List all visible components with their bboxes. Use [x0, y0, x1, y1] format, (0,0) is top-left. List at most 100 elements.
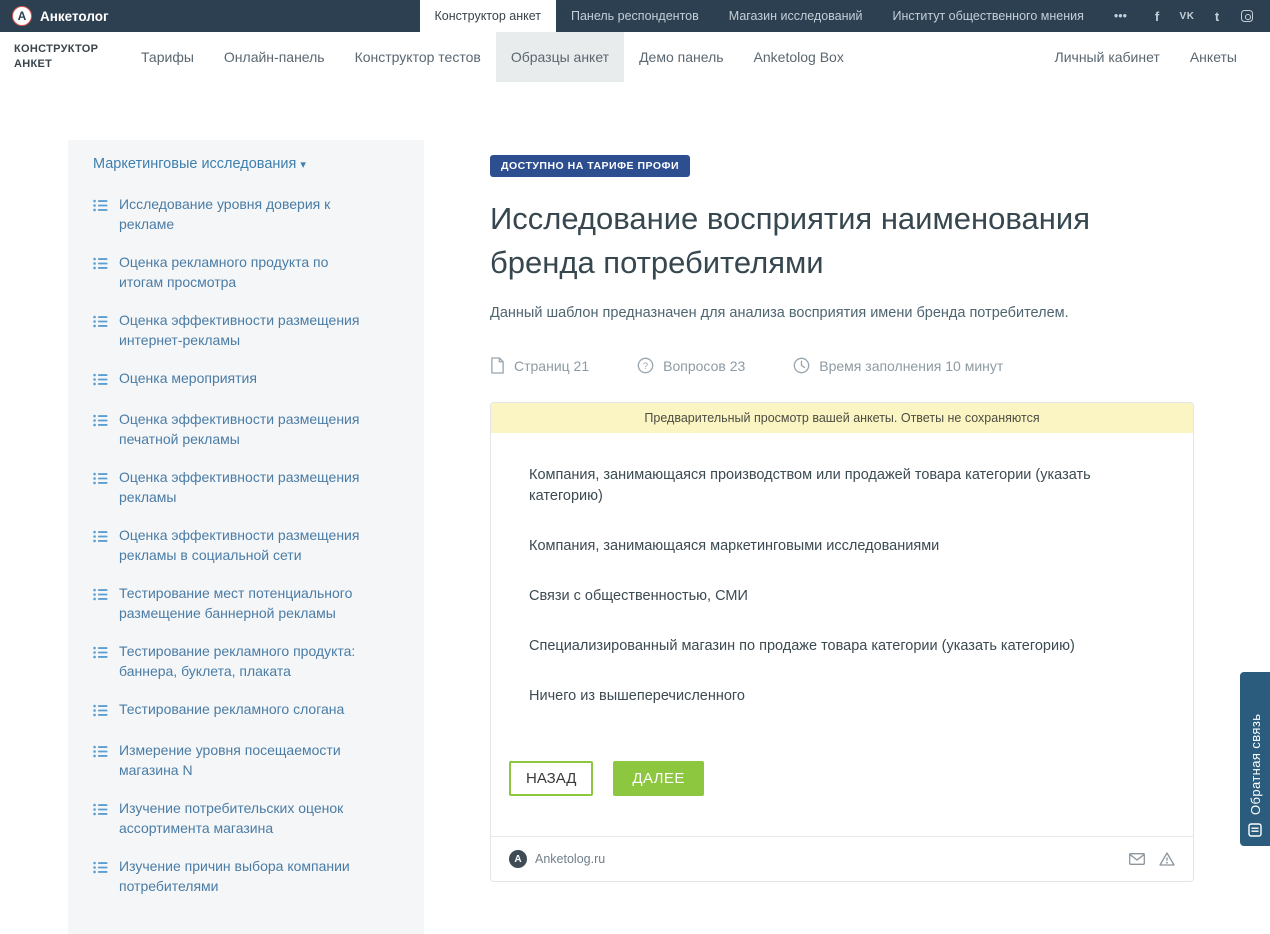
list-icon	[93, 470, 108, 507]
feedback-form-icon	[1248, 823, 1262, 837]
sidebar-item-bannernaya-reklama[interactable]: Тестирование мест потенциального размеще…	[93, 583, 368, 623]
feedback-tab[interactable]: Обратная связь	[1240, 672, 1270, 846]
nav-items: Тарифы Онлайн-панель Конструктор тестов …	[126, 32, 859, 82]
sidebar-template-list: Исследование уровня доверия к рекламе Оц…	[93, 194, 368, 896]
questions-icon	[637, 357, 654, 374]
list-icon	[93, 644, 108, 681]
topbar-tab-panel-respondentov[interactable]: Панель респондентов	[556, 0, 714, 32]
topbar-tab-institut[interactable]: Институт общественного мнения	[877, 0, 1098, 32]
topbar-tab-magazin-issledovaniy[interactable]: Магазин исследований	[714, 0, 878, 32]
stat-pages: Страниц 21	[490, 357, 589, 374]
vk-icon[interactable]: VK	[1172, 0, 1202, 32]
topbar-tab-konstruktor-anket[interactable]: Конструктор анкет	[420, 0, 556, 32]
sidebar-item-banner-buklet-plakat[interactable]: Тестирование рекламного продукта: баннер…	[93, 641, 368, 681]
preview-buttons: НАЗАД ДАЛЕЕ	[491, 739, 1193, 836]
sidebar-item-pechatnaya-reklama[interactable]: Оценка эффективности размещения печатной…	[93, 409, 368, 449]
list-icon	[93, 412, 108, 449]
nav-item-obraztsy-anket[interactable]: Образцы анкет	[496, 32, 624, 82]
brand-label: Анкетолог	[40, 9, 109, 24]
answer-option[interactable]: Компания, занимающаяся маркетинговыми ис…	[529, 536, 1155, 557]
list-icon	[93, 371, 108, 391]
templates-sidebar: Маркетинговые исследования ▾ Исследование…	[68, 140, 424, 934]
answer-options: Компания, занимающаяся производством или…	[491, 433, 1193, 739]
page-title: Исследование восприятия наименования бре…	[490, 197, 1110, 285]
sidebar-item-label: Измерение уровня посещаемости магазина N	[119, 740, 368, 780]
anketolog-footer-logo-icon: A	[509, 850, 527, 868]
social-links: f VK t	[1142, 0, 1270, 32]
nav-item-ankety[interactable]: Анкеты	[1175, 32, 1252, 82]
sidebar-item-assortiment-magazina[interactable]: Изучение потребительских оценок ассортим…	[93, 798, 368, 838]
sidebar-item-otsenka-produkta[interactable]: Оценка рекламного продукта по итогам про…	[93, 252, 368, 292]
sidebar-item-sotsialnaya-set[interactable]: Оценка эффективности размещения рекламы …	[93, 525, 368, 565]
list-icon	[93, 702, 108, 722]
sidebar-item-doverie-reklame[interactable]: Исследование уровня доверия к рекламе	[93, 194, 368, 234]
sidebar-item-label: Оценка мероприятия	[119, 368, 257, 391]
nav-item-lichny-kabinet[interactable]: Личный кабинет	[1040, 32, 1175, 82]
sidebar-category-dropdown[interactable]: Маркетинговые исследования ▾	[93, 156, 368, 172]
report-warning-icon[interactable]	[1159, 852, 1175, 866]
anketolog-brand[interactable]: A Анкетолог	[0, 0, 420, 32]
topbar-more-menu[interactable]: •••	[1099, 0, 1142, 32]
answer-option[interactable]: Компания, занимающаяся производством или…	[529, 465, 1155, 507]
time-icon	[793, 357, 810, 374]
feedback-label: Обратная связь	[1248, 684, 1263, 815]
nav-item-anketolog-box[interactable]: Anketolog Box	[739, 32, 859, 82]
main-nav: КОНСТРУКТОР АНКЕТ Тарифы Онлайн-панель К…	[0, 32, 1270, 82]
sidebar-item-poseshchaemost-magazina[interactable]: Измерение уровня посещаемости магазина N	[93, 740, 368, 780]
sidebar-item-label: Оценка эффективности размещения интернет…	[119, 310, 368, 350]
list-icon	[93, 255, 108, 292]
sidebar-item-label: Оценка эффективности размещения печатной…	[119, 409, 368, 449]
next-button[interactable]: ДАЛЕЕ	[613, 761, 703, 796]
list-icon	[93, 197, 108, 234]
survey-preview-panel: Предварительный просмотр вашей анкеты. О…	[490, 402, 1194, 882]
anketolog-logo-icon: A	[12, 6, 32, 26]
topbar: A Анкетолог Конструктор анкет Панель рес…	[0, 0, 1270, 32]
pages-icon	[490, 357, 505, 374]
sidebar-item-internet-reklama[interactable]: Оценка эффективности размещения интернет…	[93, 310, 368, 350]
footer-brand-label: Anketolog.ru	[535, 852, 605, 866]
nav-item-online-panel[interactable]: Онлайн-панель	[209, 32, 340, 82]
preview-notice: Предварительный просмотр вашей анкеты. О…	[491, 403, 1193, 433]
twitter-icon[interactable]: t	[1202, 0, 1232, 32]
chevron-down-icon: ▾	[300, 159, 306, 171]
answer-option[interactable]: Ничего из вышеперечисленного	[529, 686, 1155, 707]
list-icon	[93, 859, 108, 896]
stat-questions: Вопросов 23	[637, 357, 745, 374]
sidebar-item-label: Изучение потребительских оценок ассортим…	[119, 798, 368, 838]
sidebar-item-label: Исследование уровня доверия к рекламе	[119, 194, 368, 234]
facebook-icon[interactable]: f	[1142, 0, 1172, 32]
template-stats: Страниц 21 Вопросов 23 Время заполнения …	[490, 357, 1194, 374]
answer-option[interactable]: Специализированный магазин по продаже то…	[529, 636, 1155, 657]
stat-time: Время заполнения 10 минут	[793, 357, 1003, 374]
page-body: Маркетинговые исследования ▾ Исследование…	[0, 140, 1270, 934]
sidebar-category-label: Маркетинговые исследования	[93, 156, 296, 172]
sidebar-item-label: Оценка эффективности размещения рекламы …	[119, 525, 368, 565]
list-icon	[93, 743, 108, 780]
back-button[interactable]: НАЗАД	[509, 761, 593, 796]
preview-footer-icons	[1129, 852, 1175, 866]
nav-item-konstruktor-testov[interactable]: Конструктор тестов	[340, 32, 496, 82]
sidebar-item-label: Тестирование рекламного слогана	[119, 699, 344, 722]
sidebar-item-meropriyatie[interactable]: Оценка мероприятия	[93, 368, 368, 391]
instagram-icon[interactable]	[1232, 0, 1262, 32]
sidebar-item-label: Оценка рекламного продукта по итогам про…	[119, 252, 368, 292]
anketolog-footer-link[interactable]: A Anketolog.ru	[509, 850, 605, 868]
nav-right: Личный кабинет Анкеты	[1040, 32, 1270, 82]
sidebar-item-vybor-kompanii[interactable]: Изучение причин выбора компании потребит…	[93, 856, 368, 896]
sidebar-item-label: Тестирование мест потенциального размеще…	[119, 583, 368, 623]
list-icon	[93, 313, 108, 350]
preview-footer: A Anketolog.ru	[491, 836, 1193, 881]
answer-option[interactable]: Связи с общественностью, СМИ	[529, 586, 1155, 607]
template-detail: ДОСТУПНО НА ТАРИФЕ ПРОФИ Исследование во…	[490, 140, 1194, 934]
nav-item-demo-panel[interactable]: Демо панель	[624, 32, 738, 82]
topbar-tabs: Конструктор анкет Панель респондентов Ма…	[420, 0, 1142, 32]
email-icon[interactable]	[1129, 853, 1145, 865]
list-icon	[93, 801, 108, 838]
sidebar-item-slogan[interactable]: Тестирование рекламного слогана	[93, 699, 368, 722]
list-icon	[93, 586, 108, 623]
stat-pages-label: Страниц 21	[514, 358, 589, 374]
stat-time-label: Время заполнения 10 минут	[819, 358, 1003, 374]
sidebar-item-razmeshchenie-reklamy[interactable]: Оценка эффективности размещения рекламы	[93, 467, 368, 507]
nav-brand-konstruktor-anket[interactable]: КОНСТРУКТОР АНКЕТ	[0, 32, 126, 82]
nav-item-tarify[interactable]: Тарифы	[126, 32, 209, 82]
